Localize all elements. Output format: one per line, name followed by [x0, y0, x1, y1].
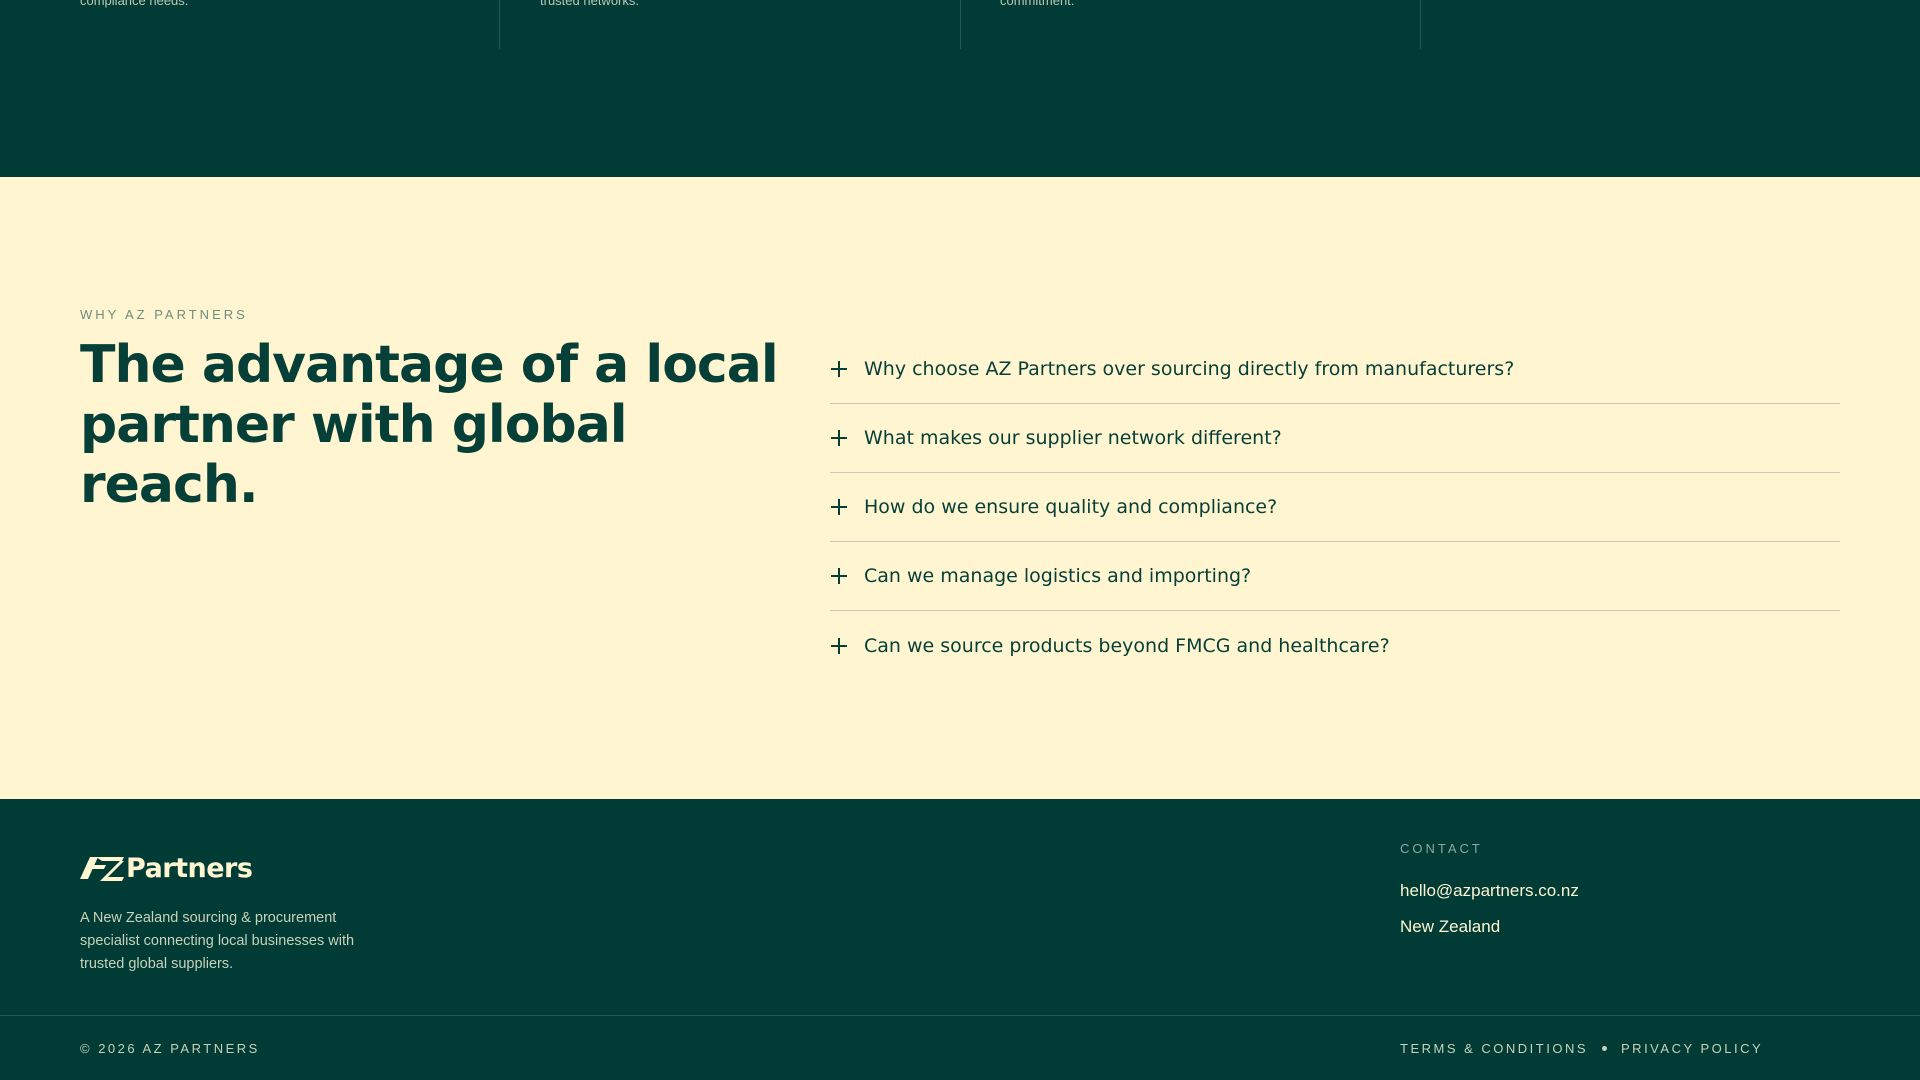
- plus-icon: [830, 429, 848, 447]
- copyright: © 2026 AZ PARTNERS: [80, 1041, 260, 1056]
- faq-question: What makes our supplier network differen…: [864, 427, 1282, 449]
- legal-links: TERMS & CONDITIONS PRIVACY POLICY: [1400, 1041, 1763, 1056]
- faq-item[interactable]: What makes our supplier network differen…: [830, 404, 1840, 473]
- contact-location: New Zealand: [1400, 917, 1501, 936]
- plus-icon: [830, 567, 848, 585]
- logo-wordmark: Partners: [126, 852, 253, 884]
- faq-item[interactable]: How do we ensure quality and compliance?: [830, 473, 1840, 542]
- privacy-link[interactable]: PRIVACY POLICY: [1621, 1041, 1763, 1056]
- features-strip: compliance needs. trusted networks. comm…: [0, 0, 1920, 177]
- section-headline: The advantage of a local partner with gl…: [80, 335, 779, 515]
- feature-text: compliance needs.: [80, 0, 189, 8]
- faq-question: Can we manage logistics and importing?: [864, 565, 1252, 587]
- az-logo-icon: [80, 857, 124, 881]
- feature-text: commitment.: [1000, 0, 1075, 8]
- faq-item[interactable]: Can we manage logistics and importing?: [830, 542, 1840, 611]
- separator-dot: [1602, 1046, 1608, 1051]
- faq-accordion: Why choose AZ Partners over sourcing dir…: [830, 335, 1840, 680]
- faq-question: Why choose AZ Partners over sourcing dir…: [864, 358, 1515, 380]
- why-section: WHY AZ PARTNERS The advantage of a local…: [0, 177, 1920, 799]
- plus-icon: [830, 498, 848, 516]
- faq-item[interactable]: Can we source products beyond FMCG and h…: [830, 611, 1840, 680]
- faq-item[interactable]: Why choose AZ Partners over sourcing dir…: [830, 335, 1840, 404]
- site-footer: Partners A New Zealand sourcing & procur…: [0, 799, 1920, 1080]
- column-divider: [960, 0, 961, 49]
- faq-question: Can we source products beyond FMCG and h…: [864, 634, 1390, 657]
- feature-text: trusted networks.: [540, 0, 639, 8]
- footer-logo[interactable]: Partners: [80, 851, 253, 885]
- column-divider: [499, 0, 500, 49]
- plus-icon: [830, 637, 848, 655]
- faq-question: How do we ensure quality and compliance?: [864, 496, 1278, 518]
- contact-heading: CONTACT: [1400, 841, 1483, 856]
- plus-icon: [830, 360, 848, 378]
- column-divider: [1420, 0, 1421, 49]
- footer-description: A New Zealand sourcing & procurement spe…: [80, 910, 355, 972]
- terms-link[interactable]: TERMS & CONDITIONS: [1400, 1041, 1588, 1056]
- footer-divider: [0, 1015, 1920, 1016]
- section-eyebrow: WHY AZ PARTNERS: [80, 307, 248, 322]
- contact-email-link[interactable]: hello@azpartners.co.nz: [1400, 881, 1579, 901]
